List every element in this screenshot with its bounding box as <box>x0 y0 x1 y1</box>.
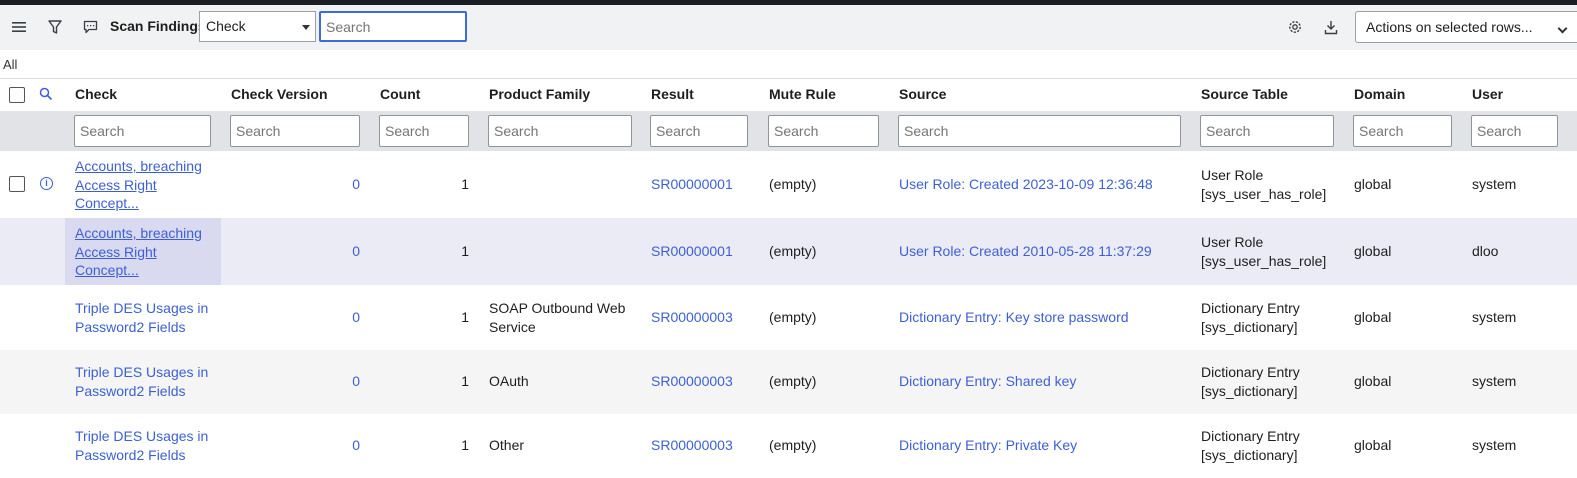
row-select-checkbox[interactable] <box>9 176 25 192</box>
count-value: 1 <box>461 243 469 259</box>
source-table-value: Dictionary Entry [sys_dictionary] <box>1201 428 1300 463</box>
mute-rule-value: (empty) <box>769 373 817 389</box>
check-link[interactable]: Accounts, breaching Access Right Concept..… <box>75 224 220 280</box>
user-value: system <box>1472 309 1517 325</box>
check-version-link[interactable]: 0 <box>231 436 360 455</box>
domain-value: global <box>1354 373 1392 389</box>
table-row[interactable]: Accounts, breaching Access Right Concept..… <box>0 218 1577 285</box>
actions-select-label: Actions on selected rows... <box>1366 19 1533 35</box>
search-columns-icon[interactable] <box>39 87 53 104</box>
column-header-check-version[interactable]: Check Version <box>231 86 328 102</box>
result-link[interactable]: SR00000001 <box>651 175 733 194</box>
column-header-user[interactable]: User <box>1472 86 1503 102</box>
select-all-checkbox[interactable] <box>9 87 25 103</box>
column-header-result[interactable]: Result <box>651 86 694 102</box>
filter-input-check[interactable] <box>74 115 211 147</box>
domain-value: global <box>1354 437 1392 453</box>
user-value: system <box>1472 176 1517 192</box>
source-link[interactable]: Dictionary Entry: Private Key <box>899 436 1077 455</box>
result-link[interactable]: SR00000003 <box>651 436 733 455</box>
table-row[interactable]: Triple DES Usages in Password2 Fields 0 1… <box>0 285 1577 350</box>
domain-value: global <box>1354 243 1392 259</box>
filter-input-user[interactable] <box>1471 115 1558 147</box>
table-row[interactable]: Triple DES Usages in Password2 Fields 0 1… <box>0 414 1577 478</box>
filter-input-source-table[interactable] <box>1200 115 1334 147</box>
column-header-product-family[interactable]: Product Family <box>489 86 590 102</box>
table-row[interactable]: i Accounts, breaching Access Right Concept… <box>0 151 1577 218</box>
product-family-value: OAuth <box>489 373 529 389</box>
user-value: system <box>1472 437 1517 453</box>
result-link[interactable]: SR00000003 <box>651 372 733 391</box>
column-header-count[interactable]: Count <box>380 86 420 102</box>
source-table-value: User Role [sys_user_has_role] <box>1201 234 1327 269</box>
info-icon[interactable]: i <box>40 177 53 190</box>
count-value: 1 <box>461 309 469 325</box>
column-header-check[interactable]: Check <box>75 86 117 102</box>
check-version-link[interactable]: 0 <box>231 308 360 327</box>
check-link[interactable]: Accounts, breaching Access Right Concept..… <box>75 157 220 213</box>
user-value: system <box>1472 373 1517 389</box>
product-family-value: Other <box>489 437 525 453</box>
check-link[interactable]: Triple DES Usages in Password2 Fields <box>75 363 208 400</box>
filter-input-source[interactable] <box>898 115 1181 147</box>
result-link[interactable]: SR00000003 <box>651 308 733 327</box>
search-field-select[interactable]: Check <box>199 11 316 42</box>
check-link[interactable]: Triple DES Usages in Password2 Fields <box>75 299 208 336</box>
download-icon[interactable] <box>1321 17 1341 37</box>
product-family-value: SOAP Outbound Web Service <box>489 300 626 335</box>
mute-rule-value: (empty) <box>769 437 817 453</box>
filter-input-product-family[interactable] <box>488 115 632 147</box>
table-row[interactable]: Triple DES Usages in Password2 Fields 0 1… <box>0 350 1577 414</box>
check-version-link[interactable]: 0 <box>231 242 360 261</box>
filter-input-result[interactable] <box>650 115 748 147</box>
source-table-value: Dictionary Entry [sys_dictionary] <box>1201 364 1300 399</box>
check-link[interactable]: Triple DES Usages in Password2 Fields <box>75 427 208 464</box>
comment-icon[interactable] <box>80 17 100 37</box>
select-caret-icon <box>302 25 310 30</box>
list-title: Scan Findings <box>110 18 206 34</box>
filter-input-check-version[interactable] <box>230 115 360 147</box>
filter-input-count[interactable] <box>379 115 469 147</box>
hamburger-menu-icon[interactable] <box>9 17 29 37</box>
source-link[interactable]: User Role: Created 2023-10-09 12:36:48 <box>899 175 1153 194</box>
source-table-value: Dictionary Entry [sys_dictionary] <box>1201 300 1300 335</box>
column-header-domain[interactable]: Domain <box>1354 86 1405 102</box>
count-value: 1 <box>461 437 469 453</box>
user-value: dloo <box>1472 243 1499 259</box>
mute-rule-value: (empty) <box>769 176 817 192</box>
mute-rule-value: (empty) <box>769 243 817 259</box>
filter-icon[interactable] <box>45 17 65 37</box>
column-filter-row <box>0 111 1577 151</box>
source-link[interactable]: Dictionary Entry: Shared key <box>899 372 1076 391</box>
list-search-input[interactable] <box>319 11 467 42</box>
source-table-value: User Role [sys_user_has_role] <box>1201 167 1327 202</box>
column-header-source-table[interactable]: Source Table <box>1201 86 1288 102</box>
divider <box>0 78 1577 79</box>
domain-value: global <box>1354 176 1392 192</box>
list-toolbar: Scan Findings Check Actions on selected … <box>0 5 1577 50</box>
gear-icon[interactable] <box>1285 17 1305 37</box>
source-link[interactable]: Dictionary Entry: Key store password <box>899 308 1129 327</box>
domain-value: global <box>1354 309 1392 325</box>
result-link[interactable]: SR00000001 <box>651 242 733 261</box>
count-value: 1 <box>461 176 469 192</box>
count-value: 1 <box>461 373 469 389</box>
filter-input-domain[interactable] <box>1353 115 1452 147</box>
breadcrumb[interactable]: All <box>3 57 17 72</box>
column-header-mute-rule[interactable]: Mute Rule <box>769 86 836 102</box>
check-version-link[interactable]: 0 <box>231 175 360 194</box>
source-link[interactable]: User Role: Created 2010-05-28 11:37:29 <box>899 242 1152 261</box>
chevron-down-icon <box>1557 23 1568 34</box>
column-header-source[interactable]: Source <box>899 86 946 102</box>
filter-input-mute-rule[interactable] <box>768 115 879 147</box>
check-version-link[interactable]: 0 <box>231 372 360 391</box>
mute-rule-value: (empty) <box>769 309 817 325</box>
search-field-select-value: Check <box>206 18 246 34</box>
actions-on-selected-rows-select[interactable]: Actions on selected rows... <box>1355 11 1577 43</box>
